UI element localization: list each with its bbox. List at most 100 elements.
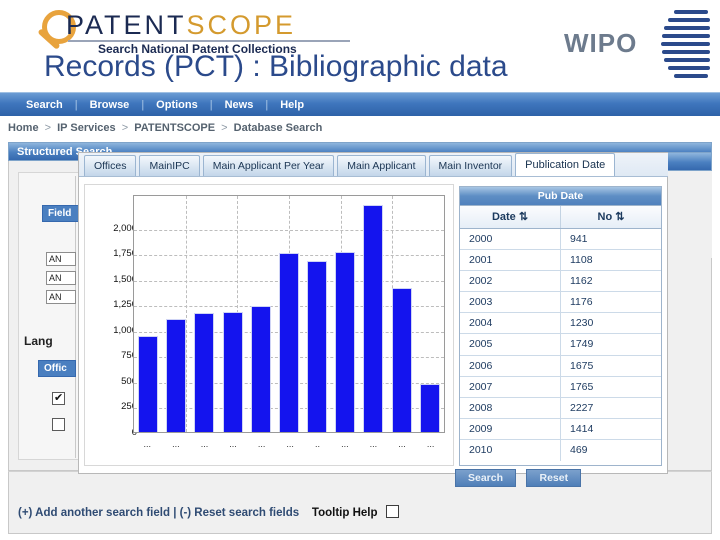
table-row[interactable]: 2007 1765 bbox=[460, 376, 661, 398]
x-tick-label: ... bbox=[426, 439, 435, 449]
tab-main-applicant[interactable]: Main Applicant bbox=[337, 155, 426, 176]
search-panel-footer: (+) Add another search field | (-) Reset… bbox=[18, 505, 399, 519]
office-label: Offic bbox=[38, 360, 76, 377]
table-row[interactable]: 2001 1108 bbox=[460, 250, 661, 272]
chart-bar[interactable] bbox=[419, 384, 440, 432]
chart-bar[interactable] bbox=[222, 311, 243, 432]
table-row[interactable]: 2004 1230 bbox=[460, 313, 661, 335]
table-row[interactable]: 2002 1162 bbox=[460, 271, 661, 293]
patentscope-logo: PATENTSCOPE Search National Patent Colle… bbox=[37, 6, 358, 56]
office-checkbox-2[interactable] bbox=[52, 418, 65, 431]
cell-count: 1765 bbox=[570, 380, 594, 393]
tooltip-help-checkbox[interactable] bbox=[385, 505, 399, 518]
table-row[interactable]: 2006 1675 bbox=[460, 355, 661, 377]
x-tick-label: ... bbox=[286, 439, 294, 449]
y-tick-label: 1,500 bbox=[113, 273, 137, 285]
tab-offices[interactable]: Offices bbox=[84, 155, 137, 176]
chart-bar[interactable] bbox=[307, 260, 328, 432]
column-header-date-label: Date bbox=[491, 211, 516, 223]
cell-count: 1675 bbox=[570, 359, 594, 372]
breadcrumb-item-database-search[interactable]: Database Search bbox=[234, 122, 323, 134]
nav-item-help[interactable]: Help bbox=[268, 99, 316, 111]
cell-date: 2005 bbox=[460, 334, 561, 355]
search-button[interactable]: Search bbox=[455, 469, 517, 487]
chart-bars bbox=[134, 196, 444, 432]
breadcrumb: Home > IP Services > PATENTSCOPE > Datab… bbox=[8, 122, 322, 134]
office-checkbox-1[interactable] bbox=[52, 391, 65, 405]
column-header-no[interactable]: No ⇅ bbox=[561, 206, 661, 228]
chart-bar[interactable] bbox=[194, 313, 215, 432]
x-tick-label: ... bbox=[398, 439, 406, 449]
tab-main-inventor[interactable]: Main Inventor bbox=[428, 155, 513, 176]
y-tick-label: 2,000 bbox=[113, 222, 137, 234]
chart-bar[interactable] bbox=[278, 253, 299, 432]
x-tick-label: ... bbox=[200, 439, 209, 449]
form-actions: Search Reset bbox=[455, 468, 587, 487]
operator-select-2[interactable]: AN bbox=[46, 271, 76, 285]
y-tick-label: 1,000 bbox=[113, 324, 137, 336]
table-row[interactable]: 2010 469 bbox=[460, 439, 661, 462]
breadcrumb-item-patentscope[interactable]: PATENTSCOPE bbox=[134, 122, 215, 134]
cell-date: 2004 bbox=[460, 313, 561, 334]
table-row[interactable]: 2003 1176 bbox=[460, 292, 661, 314]
reset-search-fields-link[interactable]: (-) Reset search fields bbox=[180, 507, 300, 519]
cell-count: 2227 bbox=[570, 401, 594, 414]
logo-patent-text: PATENT bbox=[66, 10, 187, 40]
breadcrumb-separator: > bbox=[221, 122, 228, 134]
cell-date: 2000 bbox=[460, 229, 561, 250]
cell-count: 1749 bbox=[570, 338, 594, 351]
table-body: 2000 941 2001 1108 2002 1162 2003 1176 2004 1230 2… bbox=[460, 229, 661, 462]
chart-bar[interactable] bbox=[250, 306, 271, 432]
patentscope-wordmark: PATENTSCOPE bbox=[66, 10, 296, 40]
y-tick-label: 500 bbox=[121, 375, 137, 387]
nav-item-options[interactable]: Options bbox=[144, 99, 210, 111]
operator-select-3[interactable]: AN bbox=[46, 290, 76, 304]
table-row[interactable]: 2000 941 bbox=[460, 229, 661, 251]
x-axis-tick-labels: ................................ bbox=[133, 437, 445, 451]
x-tick-label: ... bbox=[143, 439, 152, 449]
add-search-field-link[interactable]: (+) Add another search field bbox=[18, 507, 170, 519]
x-tick-label: ... bbox=[229, 439, 237, 449]
cell-date: 2010 bbox=[460, 439, 561, 462]
cell-date: 2002 bbox=[460, 271, 561, 292]
wipo-wordmark: WIPO bbox=[564, 28, 638, 58]
tab-publication-date[interactable]: Publication Date bbox=[515, 153, 616, 176]
footer-separator: | bbox=[173, 507, 177, 519]
x-tick-label: ... bbox=[341, 439, 349, 449]
column-header-date[interactable]: Date ⇅ bbox=[460, 206, 561, 228]
table-row[interactable]: 2008 2227 bbox=[460, 397, 661, 419]
y-tick-label: 1,250 bbox=[113, 299, 137, 311]
breadcrumb-item-ip-services[interactable]: IP Services bbox=[57, 122, 116, 134]
chart-bar[interactable] bbox=[335, 251, 356, 432]
table-row[interactable]: 2009 1414 bbox=[460, 418, 661, 440]
tab-main-applicant-per-year[interactable]: Main Applicant Per Year bbox=[202, 155, 335, 176]
cell-date: 2006 bbox=[460, 355, 561, 376]
breadcrumb-separator: > bbox=[121, 122, 129, 134]
chart-bar[interactable] bbox=[363, 204, 384, 432]
panel-footer-band bbox=[8, 472, 712, 534]
page-title: Records (PCT) : Bibliographic data bbox=[44, 50, 508, 83]
main-navigation: Search | Browse | Options | News | Help bbox=[0, 92, 720, 116]
nav-item-news[interactable]: News bbox=[213, 99, 266, 111]
cell-count: 1176 bbox=[570, 296, 593, 309]
reset-button[interactable]: Reset bbox=[526, 469, 582, 487]
tooltip-help-label: Tooltip Help bbox=[311, 507, 378, 519]
table-row[interactable]: 2005 1749 bbox=[460, 334, 661, 356]
tab-main-ipc[interactable]: MainIPC bbox=[139, 155, 200, 176]
sort-icon[interactable]: ⇅ bbox=[519, 211, 528, 223]
breadcrumb-item-home[interactable]: Home bbox=[8, 122, 39, 134]
x-tick-label: ... bbox=[369, 439, 378, 449]
nav-item-browse[interactable]: Browse bbox=[78, 99, 142, 111]
chart-plot-area bbox=[133, 195, 445, 433]
chart-bar[interactable] bbox=[391, 287, 412, 432]
operator-select-1[interactable]: AN bbox=[46, 252, 76, 266]
table-title: Pub Date bbox=[460, 187, 661, 206]
screenshot-root: PATENTSCOPE Search National Patent Colle… bbox=[0, 0, 720, 540]
chart-bar[interactable] bbox=[166, 318, 187, 432]
statistics-window: Offices MainIPC Main Applicant Per Year … bbox=[78, 152, 669, 474]
cell-count: 1414 bbox=[570, 422, 594, 435]
sort-icon[interactable]: ⇅ bbox=[615, 211, 624, 223]
chart-bar[interactable] bbox=[138, 335, 159, 432]
nav-item-search[interactable]: Search bbox=[14, 99, 75, 111]
column-header-no-label: No bbox=[597, 211, 613, 223]
